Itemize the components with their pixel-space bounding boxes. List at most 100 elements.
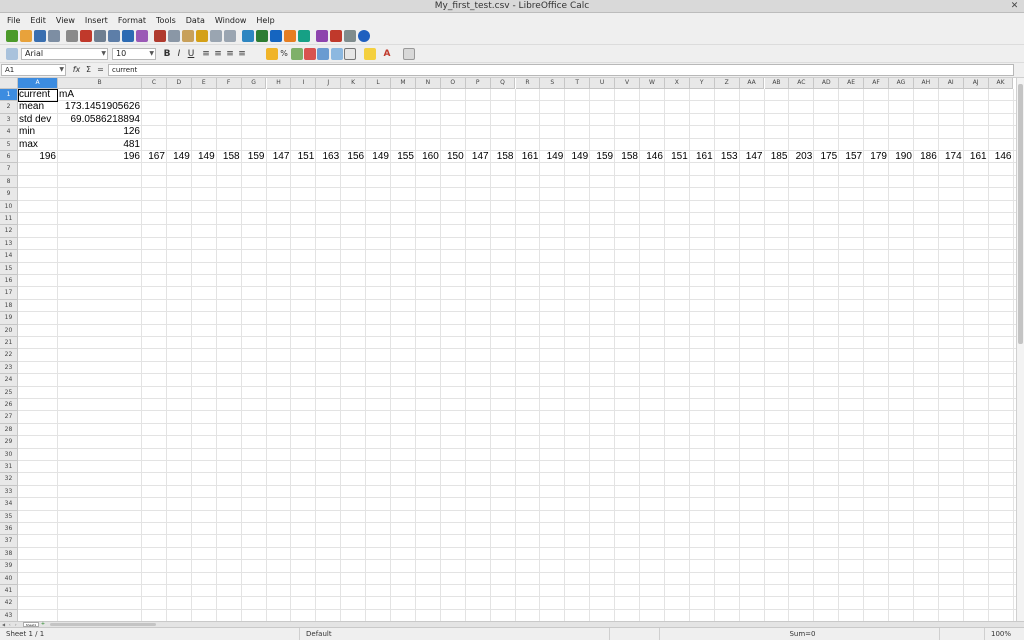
row-header[interactable]: 30 [0, 448, 18, 461]
cell-a4[interactable]: min [18, 126, 57, 138]
row-header[interactable]: 19 [0, 312, 18, 325]
sum-icon[interactable]: Σ [83, 64, 94, 76]
cell-ah6[interactable]: 186 [914, 151, 938, 163]
column-header[interactable]: T [565, 78, 591, 89]
open-icon[interactable] [20, 30, 32, 42]
row-header[interactable]: 3 [0, 113, 18, 127]
font-name-box[interactable]: Arial ▼ [21, 48, 108, 60]
styles-icon[interactable] [6, 48, 18, 60]
row-header[interactable]: 27 [0, 411, 18, 424]
row-header[interactable]: 34 [0, 498, 18, 511]
cell-n6[interactable]: 160 [416, 151, 440, 163]
menu-format[interactable]: Format [118, 14, 146, 28]
copy-icon[interactable] [168, 30, 180, 42]
menu-tools[interactable]: Tools [156, 14, 176, 28]
row-header[interactable]: 42 [0, 597, 18, 610]
row-header[interactable]: 22 [0, 349, 18, 362]
paste-icon[interactable] [182, 30, 194, 42]
close-icon[interactable]: ✕ [1009, 1, 1020, 12]
cell-ad6[interactable]: 175 [814, 151, 838, 163]
cell-m6[interactable]: 155 [391, 151, 415, 163]
row-header[interactable]: 43 [0, 609, 18, 621]
cell-k6[interactable]: 156 [341, 151, 365, 163]
column-header[interactable]: AE [839, 78, 865, 89]
align-left-icon[interactable]: ≡ [200, 48, 212, 60]
cell-a5[interactable]: max [18, 139, 57, 151]
merge-cells-icon[interactable] [266, 48, 278, 60]
background-color-icon[interactable] [364, 48, 376, 60]
column-header[interactable]: U [590, 78, 616, 89]
column-header[interactable]: C [142, 78, 167, 89]
row-header[interactable]: 26 [0, 399, 18, 412]
column-header[interactable]: B [58, 78, 142, 89]
row-header[interactable]: 4 [0, 126, 18, 139]
row-header[interactable]: 33 [0, 485, 18, 499]
function-wizard-icon[interactable]: fx [71, 64, 82, 76]
row-header[interactable]: 5 [0, 138, 18, 151]
row-header[interactable]: 20 [0, 324, 18, 337]
column-header[interactable]: AK [988, 78, 1014, 89]
formula-icon[interactable]: = [95, 64, 106, 76]
cell-a2[interactable]: mean [18, 101, 57, 113]
row-header[interactable]: 21 [0, 337, 18, 350]
row-header[interactable]: 31 [0, 461, 18, 474]
cell-b3[interactable]: 69.0586218894 [58, 114, 141, 126]
column-header[interactable]: G [241, 78, 267, 89]
cell-j6[interactable]: 163 [316, 151, 340, 163]
new-icon[interactable] [6, 30, 18, 42]
column-header[interactable]: Z [714, 78, 740, 89]
row-header[interactable]: 35 [0, 510, 18, 523]
column-header[interactable]: AF [864, 78, 889, 89]
column-header[interactable]: AH [913, 78, 939, 89]
spreadsheet-grid[interactable]: A B C D E F G H I J K L M N O P Q R S T U V W X Y Z AA AB AC AD AE AF AG… [0, 78, 1016, 621]
column-header[interactable]: J [316, 78, 342, 89]
column-header[interactable]: I [291, 78, 317, 89]
column-header[interactable]: AA [739, 78, 765, 89]
column-header[interactable]: AI [938, 78, 964, 89]
row-header[interactable]: 32 [0, 473, 18, 486]
vertical-scrollbar[interactable] [1016, 78, 1024, 621]
row-header[interactable]: 8 [0, 175, 18, 189]
column-header[interactable]: Q [490, 78, 516, 89]
row-header[interactable]: 18 [0, 299, 18, 313]
help-icon[interactable] [358, 30, 370, 42]
row-header[interactable]: 9 [0, 188, 18, 201]
cell-x6[interactable]: 151 [665, 151, 689, 163]
cell-w6[interactable]: 146 [640, 151, 664, 163]
zoom-level[interactable]: 100% [985, 628, 1024, 640]
borders-icon[interactable] [344, 48, 356, 60]
cell-y6[interactable]: 161 [690, 151, 714, 163]
row-header[interactable]: 1 [0, 89, 18, 102]
column-header[interactable]: D [166, 78, 192, 89]
column-header[interactable]: S [540, 78, 566, 89]
row-header[interactable]: 39 [0, 560, 18, 573]
hyperlink-icon[interactable] [242, 30, 254, 42]
row-header[interactable]: 17 [0, 287, 18, 300]
print-preview-icon[interactable] [108, 30, 120, 42]
cell-f6[interactable]: 158 [217, 151, 241, 163]
cell-l6[interactable]: 149 [366, 151, 390, 163]
zoom-slider[interactable] [940, 628, 985, 640]
cell-ai6[interactable]: 174 [939, 151, 963, 163]
cell-c6[interactable]: 167 [142, 151, 166, 163]
add-decimal-icon[interactable] [317, 48, 329, 60]
row-header[interactable]: 37 [0, 535, 18, 548]
align-right-icon[interactable]: ≡ [224, 48, 236, 60]
cell-s6[interactable]: 149 [540, 151, 564, 163]
save-icon[interactable] [34, 30, 46, 42]
row-header[interactable]: 13 [0, 237, 18, 251]
row-header[interactable]: 38 [0, 547, 18, 561]
row-header[interactable]: 11 [0, 213, 18, 226]
column-header[interactable]: L [366, 78, 391, 89]
align-center-icon[interactable]: ≡ [212, 48, 224, 60]
edit-mode-icon[interactable] [66, 30, 78, 42]
name-box[interactable]: A1 ▼ [1, 64, 66, 76]
cell-a3[interactable]: std dev [18, 114, 57, 126]
column-header[interactable]: O [440, 78, 466, 89]
undo-icon[interactable] [210, 30, 222, 42]
menu-view[interactable]: View [56, 14, 75, 28]
cell-b4[interactable]: 126 [58, 126, 141, 138]
row-header[interactable]: 24 [0, 374, 18, 387]
autospell-icon[interactable] [136, 30, 148, 42]
email-icon[interactable] [48, 30, 60, 42]
